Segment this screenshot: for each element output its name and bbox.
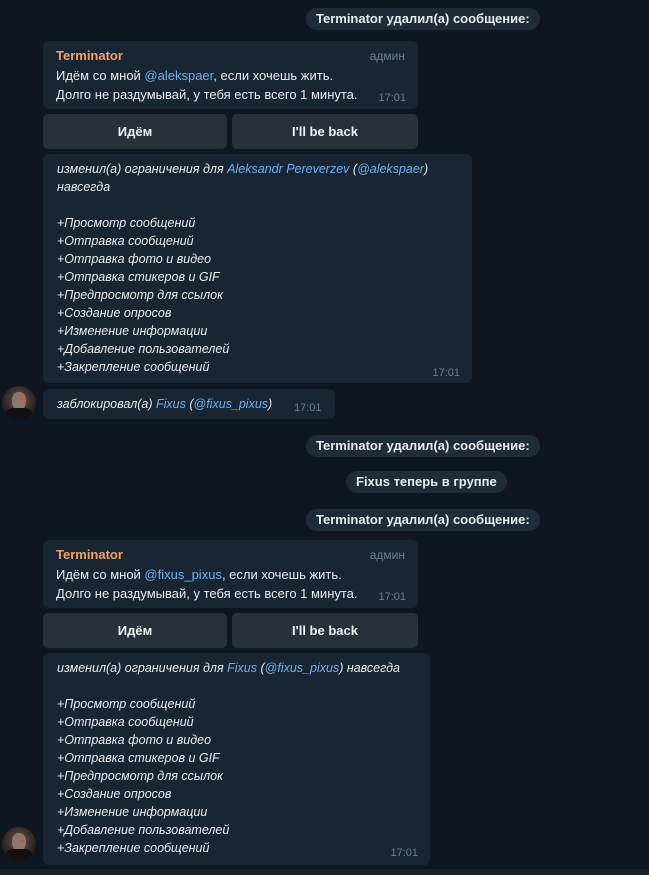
message-time: 17:01 xyxy=(378,92,406,104)
service-text: Terminator удалил(а) сообщение: xyxy=(316,11,530,26)
restriction-header: изменил(а) ограничения для Fixus (@fixus… xyxy=(57,661,400,675)
restriction-item: +Изменение информации xyxy=(57,805,208,819)
restriction-item: +Просмотр сообщений xyxy=(57,216,196,230)
admin-badge: админ xyxy=(369,49,405,63)
bot-message[interactable]: Terminator админ Идём со мной @fixus_pix… xyxy=(43,540,418,608)
mention-link[interactable]: @fixus_pixus xyxy=(144,567,222,582)
terminator-avatar-icon[interactable] xyxy=(2,386,36,420)
ban-message[interactable]: заблокировал(а) Fixus (@fixus_pixus) 17:… xyxy=(43,389,335,419)
restriction-item: +Отправка стикеров и GIF xyxy=(57,751,220,765)
text: изменил(а) ограничения для xyxy=(57,162,228,176)
user-name-link[interactable]: Fixus xyxy=(156,397,186,411)
restriction-item: +Отправка сообщений xyxy=(57,715,194,729)
inline-button-go[interactable]: Идём xyxy=(43,114,227,149)
username-link[interactable]: @fixus_pixus xyxy=(265,661,340,675)
text: ) xyxy=(268,397,273,411)
restriction-item: +Отправка фото и видео xyxy=(57,733,212,747)
user-name-link[interactable]: Aleksandr Pereverzev xyxy=(227,162,349,176)
terminator-avatar-icon[interactable] xyxy=(2,827,36,861)
text: , если хочешь жить. xyxy=(213,68,334,83)
restriction-item: +Закрепление сообщений xyxy=(57,360,210,374)
restriction-duration: навсегда xyxy=(57,180,111,194)
message-line-1: Идём со мной @alekspaer, если хочешь жит… xyxy=(56,68,333,83)
restriction-item: +Создание опросов xyxy=(57,787,172,801)
text: Идём со мной xyxy=(56,567,145,582)
service-message-joined: Fixus теперь в группе xyxy=(346,471,507,493)
text: изменил(а) ограничения для xyxy=(57,661,228,675)
message-line-1: Идём со мной @fixus_pixus, если хочешь ж… xyxy=(56,567,342,582)
mention-link[interactable]: @alekspaer xyxy=(144,68,213,83)
restriction-item: +Добавление пользователей xyxy=(57,342,230,356)
restriction-item: +Просмотр сообщений xyxy=(57,697,196,711)
username-link[interactable]: @alekspaer xyxy=(357,162,424,176)
service-message-deleted: Terminator удалил(а) сообщение: xyxy=(306,8,540,30)
service-message-deleted: Terminator удалил(а) сообщение: xyxy=(306,509,540,531)
sender-name[interactable]: Terminator xyxy=(56,48,123,63)
message-line-2: Долго не раздумывай, у тебя есть всего 1… xyxy=(56,87,358,102)
service-text: Terminator удалил(а) сообщение: xyxy=(316,512,530,527)
chat-bottom-edge xyxy=(0,869,649,875)
message-time: 17:01 xyxy=(390,847,418,859)
restriction-item: +Добавление пользователей xyxy=(57,823,230,837)
inline-button-back[interactable]: I'll be back xyxy=(232,613,418,648)
restriction-item: +Закрепление сообщений xyxy=(57,841,210,855)
restriction-item: +Изменение информации xyxy=(57,324,208,338)
text: ) навсегда xyxy=(339,661,400,675)
bot-message[interactable]: Terminator админ Идём со мной @alekspaer… xyxy=(43,41,418,109)
message-time: 17:01 xyxy=(294,402,322,414)
restriction-item: +Создание опросов xyxy=(57,306,172,320)
text: ( xyxy=(349,162,358,176)
text: ( xyxy=(257,661,265,675)
service-text: Terminator удалил(а) сообщение: xyxy=(316,438,530,453)
text: , если хочешь жить. xyxy=(221,567,342,582)
message-time: 17:01 xyxy=(378,591,406,603)
message-line-2: Долго не раздумывай, у тебя есть всего 1… xyxy=(56,586,358,601)
text: ( xyxy=(185,397,194,411)
restriction-item: +Отправка стикеров и GIF xyxy=(57,270,220,284)
user-name-link[interactable]: Fixus xyxy=(227,661,257,675)
restriction-item: +Отправка сообщений xyxy=(57,234,194,248)
text: ) xyxy=(423,162,429,176)
restriction-item: +Предпросмотр для ссылок xyxy=(57,288,223,302)
inline-button-back[interactable]: I'll be back xyxy=(232,114,418,149)
restrictions-message[interactable]: изменил(а) ограничения для Fixus (@fixus… xyxy=(43,653,430,865)
restrictions-message[interactable]: изменил(а) ограничения для Aleksandr Per… xyxy=(43,154,472,383)
inline-button-go[interactable]: Идём xyxy=(43,613,227,648)
sender-name[interactable]: Terminator xyxy=(56,547,123,562)
username-link[interactable]: @fixus_pixus xyxy=(194,397,269,411)
admin-badge: админ xyxy=(369,548,405,562)
restriction-header: изменил(а) ограничения для Aleksandr Per… xyxy=(57,162,428,176)
restriction-item: +Отправка фото и видео xyxy=(57,252,212,266)
service-message-deleted: Terminator удалил(а) сообщение: xyxy=(306,435,540,457)
restriction-item: +Предпросмотр для ссылок xyxy=(57,769,223,783)
service-text: Fixus теперь в группе xyxy=(356,474,497,489)
message-time: 17:01 xyxy=(432,367,460,379)
ban-text: заблокировал(а) Fixus (@fixus_pixus) xyxy=(57,397,272,411)
text: Идём со мной xyxy=(56,68,145,83)
text: заблокировал(а) xyxy=(57,397,156,411)
